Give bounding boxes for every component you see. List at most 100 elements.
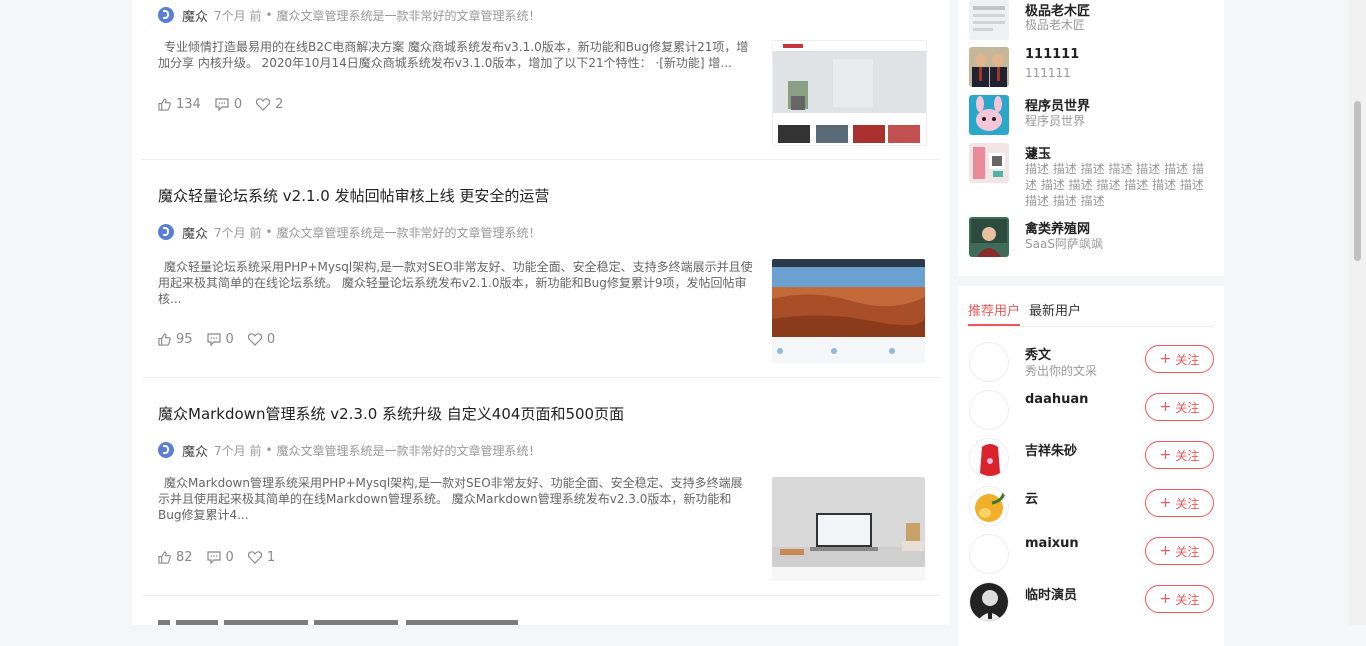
page-scrollbar[interactable]: [1349, 0, 1366, 625]
avatar-image: [969, 95, 1009, 135]
article-excerpt: 魔众轻量论坛系统采用PHP+Mysql架构,是一款对SEO非常友好、功能全面、安…: [158, 260, 753, 306]
user-desc: SaaS阿萨飒飒: [1025, 237, 1103, 251]
comment-icon: [206, 333, 221, 346]
article-time: 7个月 前: [214, 225, 262, 240]
comment-count: 0: [225, 332, 234, 347]
user-avatar[interactable]: [969, 47, 1009, 87]
user-name[interactable]: 临时演员: [1025, 584, 1077, 603]
follow-label: 关注: [1175, 592, 1200, 607]
recommended-user-item[interactable]: 秀文 秀出你的文采 + 关注: [968, 342, 1218, 386]
markdown-screenshot-image: [772, 477, 925, 581]
plus-icon: +: [1159, 351, 1172, 367]
avatar-image: [969, 143, 1009, 183]
like-stat[interactable]: 82: [158, 550, 193, 565]
article-card[interactable]: 魔众Markdown管理系统 v2.3.0 系统升级 自定义404页面和500页…: [142, 378, 940, 596]
follow-button[interactable]: + 关注: [1145, 441, 1214, 469]
article-category[interactable]: 魔众文章管理系统是一款非常好的文章管理系统！: [277, 442, 541, 459]
recommended-user-item[interactable]: maixun + 关注: [968, 534, 1218, 578]
article-card[interactable]: 魔众轻量论坛系统 v2.1.0 发帖回帖审核上线 更安全的运营 魔众 7个月 前…: [142, 160, 940, 378]
tab-latest-users[interactable]: 最新用户: [1029, 300, 1081, 319]
article-card[interactable]: 魔众 7个月 前 • 魔众文章管理系统是一款非常好的文章管理系统！ 专业倾情打造…: [142, 0, 940, 160]
active-tab-indicator: [968, 324, 1020, 326]
comment-stat[interactable]: 0: [206, 332, 234, 347]
user-name[interactable]: 云: [1025, 488, 1038, 507]
user-name[interactable]: maixun: [1025, 536, 1079, 551]
article-list: 魔众 7个月 前 • 魔众文章管理系统是一款非常好的文章管理系统！ 专业倾情打造…: [132, 0, 950, 625]
follow-button[interactable]: + 关注: [1145, 393, 1214, 421]
favorite-stat[interactable]: 1: [247, 550, 275, 565]
article-excerpt: 专业倾情打造最易用的在线B2C电商解决方案 魔众商城系统发布v3.1.0版本，新…: [158, 40, 749, 70]
user-avatar[interactable]: [969, 486, 1009, 526]
user-name[interactable]: 111111: [1025, 47, 1079, 62]
follow-button[interactable]: + 关注: [1145, 585, 1214, 613]
author-avatar[interactable]: [158, 442, 174, 458]
article-title[interactable]: 魔众轻量论坛系统 v2.1.0 发帖回帖审核上线 更安全的运营: [158, 185, 549, 206]
avatar-image: [969, 217, 1009, 257]
recommended-user-item[interactable]: 临时演员 + 关注: [968, 582, 1218, 626]
favorite-count: 0: [266, 332, 276, 347]
recommended-user-item[interactable]: daahuan + 关注: [968, 390, 1218, 434]
author-avatar[interactable]: [158, 7, 174, 23]
heart-icon: [256, 98, 271, 111]
plus-icon: +: [1159, 399, 1172, 415]
forum-screenshot-image: [772, 259, 925, 363]
like-count: 82: [176, 550, 193, 565]
recommended-user-item[interactable]: 云 + 关注: [968, 486, 1218, 530]
article-stats: 82 0 1: [158, 550, 289, 565]
user-desc: 秀出你的文采: [1025, 364, 1098, 378]
author-name[interactable]: 魔众: [182, 223, 208, 242]
favorite-stat[interactable]: 0: [247, 332, 276, 347]
user-name[interactable]: daahuan: [1025, 392, 1088, 407]
comment-count: 0: [225, 550, 234, 565]
like-stat[interactable]: 134: [158, 97, 201, 112]
user-name[interactable]: 程序员世界: [1025, 95, 1090, 114]
article-excerpt: 魔众Markdown管理系统采用PHP+Mysql架构,是一款对SEO非常友好、…: [158, 476, 743, 522]
user-avatar[interactable]: [969, 438, 1009, 478]
user-name[interactable]: 禽类养殖网: [1025, 218, 1090, 237]
user-avatar[interactable]: [969, 534, 1009, 574]
avatar-image: [969, 0, 1009, 40]
meta-separator: •: [265, 443, 273, 457]
user-avatar[interactable]: [969, 342, 1009, 382]
user-avatar[interactable]: [969, 390, 1009, 430]
user-avatar[interactable]: [969, 95, 1009, 135]
comment-stat[interactable]: 0: [215, 97, 242, 112]
like-stat[interactable]: 95: [158, 332, 193, 347]
user-desc: 111111: [1025, 66, 1071, 80]
article-title[interactable]: 魔众Markdown管理系统 v2.3.0 系统升级 自定义404页面和500页…: [158, 403, 624, 424]
author-name[interactable]: 魔众: [182, 441, 208, 460]
article-card[interactable]: [142, 596, 940, 625]
user-name[interactable]: 吉祥朱砂: [1025, 440, 1077, 459]
user-name[interactable]: 秀文: [1025, 344, 1051, 363]
shop-screenshot-image: [773, 41, 926, 143]
comment-stat[interactable]: 0: [206, 550, 234, 565]
thumbs-up-icon: [158, 333, 171, 346]
follow-button[interactable]: + 关注: [1145, 537, 1214, 565]
follow-button[interactable]: + 关注: [1145, 489, 1214, 517]
user-avatar[interactable]: [969, 217, 1009, 257]
user-name[interactable]: 蘧玉: [1025, 143, 1051, 162]
follow-button[interactable]: + 关注: [1145, 345, 1214, 373]
favorite-stat[interactable]: 2: [256, 97, 283, 112]
article-category[interactable]: 魔众文章管理系统是一款非常好的文章管理系统！: [277, 224, 541, 241]
article-thumbnail[interactable]: [772, 477, 925, 581]
article-stats: 95 0 0: [158, 332, 289, 347]
recommended-user-item[interactable]: 吉祥朱砂 + 关注: [968, 438, 1218, 482]
author-name[interactable]: 魔众: [182, 6, 208, 25]
user-avatar[interactable]: [969, 143, 1009, 183]
user-tabs: 推荐用户 最新用户: [968, 300, 1214, 327]
tab-recommended-users[interactable]: 推荐用户: [968, 300, 1020, 319]
follow-label: 关注: [1175, 400, 1200, 415]
follow-label: 关注: [1175, 352, 1200, 367]
author-avatar[interactable]: [158, 224, 174, 240]
avatar-image: [970, 583, 1008, 621]
article-thumbnail[interactable]: [772, 259, 925, 363]
user-avatar[interactable]: [969, 0, 1009, 40]
user-avatar[interactable]: [969, 582, 1009, 622]
plus-icon: +: [1159, 495, 1172, 511]
comment-count: 0: [233, 97, 243, 112]
scrollbar-thumb[interactable]: [1354, 101, 1361, 261]
article-category[interactable]: 魔众文章管理系统是一款非常好的文章管理系统！: [277, 7, 541, 24]
article-thumbnail[interactable]: [772, 40, 927, 146]
thumbs-up-icon: [158, 98, 171, 111]
